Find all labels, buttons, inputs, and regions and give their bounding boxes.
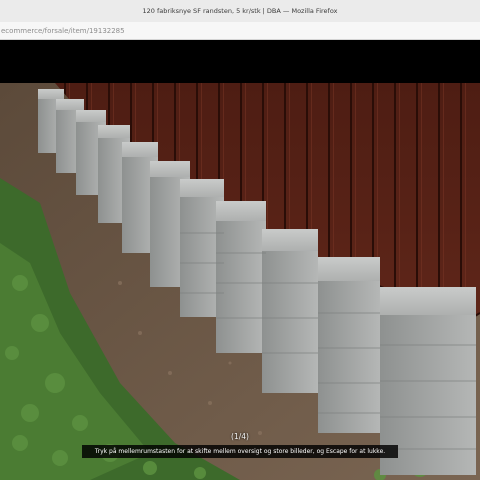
image-counter: (1/4) (231, 432, 249, 441)
image-lightbox[interactable]: (1/4) Tryk på mellemrumstasten for at sk… (0, 40, 480, 480)
window-title: 120 fabriksnye SF randsten, 5 kr/stk | D… (142, 7, 338, 15)
url-text[interactable]: ecommerce/forsale/item/19132285 (0, 27, 125, 35)
keyboard-hint-caption: Tryk på mellemrumstasten for at skifte m… (82, 445, 398, 458)
address-bar[interactable]: ecommerce/forsale/item/19132285 (0, 22, 480, 40)
window-titlebar: 120 fabriksnye SF randsten, 5 kr/stk | D… (0, 0, 480, 22)
listing-photo[interactable] (0, 83, 480, 480)
